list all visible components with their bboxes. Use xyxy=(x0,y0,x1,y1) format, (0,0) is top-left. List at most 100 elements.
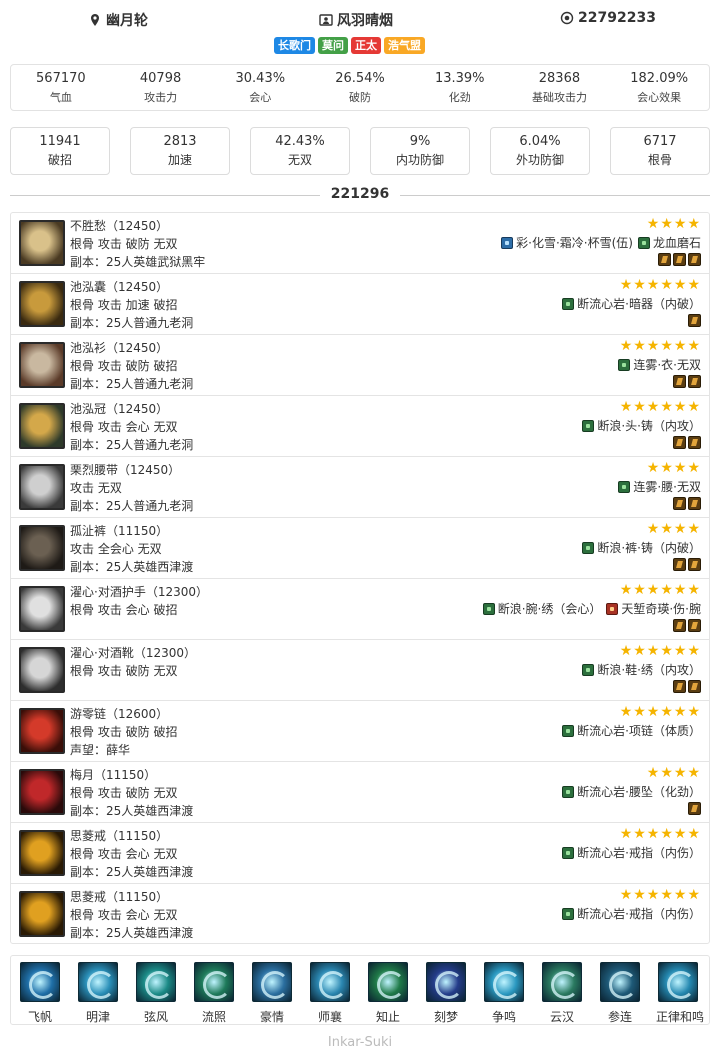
skill-slot[interactable]: 云汉 xyxy=(540,962,584,1025)
skill-slot[interactable]: 明津 xyxy=(76,962,120,1025)
enchant-list: 断流心岩·暗器（内破） xyxy=(562,295,701,312)
equipment-attributes: 根骨 攻击 会心 无双 xyxy=(70,908,178,922)
enchant-list: 彩·化雪·霜冷·杯雪(伍) 龙血磨石 xyxy=(501,234,701,251)
skill-slot[interactable]: 参连 xyxy=(598,962,642,1025)
enchant-item: 连雾·腰·无双 xyxy=(618,478,701,495)
enchant-green-icon xyxy=(618,480,631,493)
skill-slot[interactable]: 豪情 xyxy=(250,962,294,1025)
enchant-list: 断浪·裤·铸（内破） xyxy=(582,539,701,556)
equipment-row[interactable]: 池泓冠（12450） 根骨 攻击 会心 无双 副本：25人普通九老洞 ★★★★★★ 断浪… xyxy=(11,396,709,457)
equipment-name: 濯心·对酒靴（12300） xyxy=(70,646,196,660)
enchant-green-icon xyxy=(562,785,575,798)
equipment-row[interactable]: 栗烈腰带（12450） 攻击 无双 副本：25人普通九老洞 ★★★★ 连雾·腰·无双 xyxy=(11,457,709,518)
skill-icon xyxy=(78,962,118,1002)
skill-slot[interactable]: 飞帆 xyxy=(18,962,62,1025)
enchant-name: 断流心岩·项链（体质） xyxy=(577,724,701,738)
wuxing-stone-icon xyxy=(688,375,701,388)
equipment-name: 思菱戒（11150） xyxy=(70,829,169,843)
enchant-item: 天堑奇瑛·伤·腕 xyxy=(606,600,701,617)
equipment-name: 孤沚裤（11150） xyxy=(70,524,169,538)
enchant-list: 断流心岩·腰坠（化劲） xyxy=(562,783,701,800)
stat-box: 11941 破招 xyxy=(10,127,110,175)
skill-name: 师襄 xyxy=(317,1010,342,1024)
enchant-name: 断浪·鞋·绣（内攻） xyxy=(597,663,701,677)
enchant-item: 彩·化雪·霜冷·杯雪(伍) xyxy=(501,234,633,251)
wuxing-stone-icon xyxy=(688,497,701,510)
equipment-icon xyxy=(19,464,65,510)
skill-slot[interactable]: 刻梦 xyxy=(424,962,468,1025)
enchant-green-icon xyxy=(562,907,575,920)
enchant-green-icon xyxy=(482,602,495,615)
equipment-icon xyxy=(19,220,65,266)
skill-slot[interactable]: 流照 xyxy=(192,962,236,1025)
equipment-row[interactable]: 游零链（12600） 根骨 攻击 破防 破招 声望：薛华 ★★★★★★ 断流心岩·项链（… xyxy=(11,701,709,762)
enchant-name: 断流心岩·戒指（内伤） xyxy=(577,907,701,921)
skill-slot[interactable]: 争鸣 xyxy=(482,962,526,1025)
enchant-green-icon xyxy=(562,724,575,737)
refine-stars: ★★★★★★ xyxy=(619,582,701,598)
stat-box: 2813 加速 xyxy=(130,127,230,175)
embed-stones xyxy=(658,253,701,266)
equipment-name: 濯心·对酒护手（12300） xyxy=(70,585,208,599)
skill-icon xyxy=(426,962,466,1002)
skill-name: 飞帆 xyxy=(27,1010,52,1024)
skill-name: 参连 xyxy=(607,1010,632,1024)
skill-slot[interactable]: 正律和鸣 xyxy=(656,962,704,1025)
stat-cell: 567170 气血 xyxy=(11,65,111,110)
equipment-row[interactable]: 池泓囊（12450） 根骨 攻击 加速 破招 副本：25人普通九老洞 ★★★★★★ 断流… xyxy=(11,274,709,335)
refine-stars: ★★★★★★ xyxy=(619,277,701,293)
stat-label: 破招 xyxy=(47,153,72,167)
equipment-attributes: 攻击 无双 xyxy=(70,481,122,495)
equipment-attributes: 根骨 攻击 会心 无双 xyxy=(70,420,178,434)
refine-stars: ★★★★ xyxy=(646,460,701,476)
equipment-source: 副本：25人英雄武狱黑牢 xyxy=(70,255,206,269)
role-info: 风羽晴烟 xyxy=(319,10,393,30)
wuxing-stone-icon xyxy=(673,375,686,388)
skill-slot[interactable]: 弦风 xyxy=(134,962,178,1025)
stat-box: 42.43% 无双 xyxy=(250,127,350,175)
enchant-name: 连雾·衣·无双 xyxy=(633,358,701,372)
equipment-row[interactable]: 濯心·对酒护手（12300） 根骨 攻击 会心 破招 ★★★★★★ 断浪·腕·绣（会心… xyxy=(11,579,709,640)
server-name: 幽月轮 xyxy=(106,13,148,29)
refine-stars: ★★★★★★ xyxy=(619,338,701,354)
equipment-row[interactable]: 思菱戒（11150） 根骨 攻击 会心 无双 副本：25人英雄西津渡 ★★★★★★ 断流… xyxy=(11,823,709,884)
equipment-row[interactable]: 思菱戒（11150） 根骨 攻击 会心 无双 副本：25人英雄西津渡 ★★★★★★ 断流… xyxy=(11,884,709,945)
skill-name: 刻梦 xyxy=(433,1010,458,1024)
equipment-attributes: 根骨 攻击 会心 破招 xyxy=(70,603,178,617)
stat-label: 根骨 xyxy=(647,153,672,167)
equipment-attributes: 根骨 攻击 破防 破招 xyxy=(70,725,178,739)
equipment-name: 思菱戒（11150） xyxy=(70,890,169,904)
enchant-name: 连雾·腰·无双 xyxy=(633,480,701,494)
stat-label: 破防 xyxy=(349,91,372,104)
equipment-attributes: 根骨 攻击 破防 破招 xyxy=(70,359,178,373)
enchant-item: 断流心岩·戒指（内伤） xyxy=(562,844,701,861)
equipment-icon xyxy=(19,891,65,937)
location-pin-icon xyxy=(91,14,99,26)
equipment-row[interactable]: 梅月（11150） 根骨 攻击 破防 无双 副本：25人英雄西津渡 ★★★★ 断流心岩·… xyxy=(11,762,709,823)
enchant-list: 断流心岩·项链（体质） xyxy=(562,722,701,739)
embed-stones xyxy=(673,680,701,693)
stat-value: 30.43% xyxy=(235,71,286,86)
enchant-name: 断浪·腕·绣（会心） xyxy=(497,602,602,616)
equipment-row[interactable]: 池泓衫（12450） 根骨 攻击 破防 破招 副本：25人普通九老洞 ★★★★★★ 连雾… xyxy=(11,335,709,396)
tag-list: 长歌门 莫问 正太 浩气盟 xyxy=(274,37,425,54)
skill-icon xyxy=(600,962,640,1002)
enchant-green-icon xyxy=(637,236,650,249)
sub-stats-panel: 11941 破招 2813 加速 42.43% 无双 9% 内功防御 6.04% 外功防御 6717… xyxy=(10,127,710,175)
skill-slot[interactable]: 师襄 xyxy=(308,962,352,1025)
equipment-row[interactable]: 濯心·对酒靴（12300） 根骨 攻击 破防 无双 ★★★★★★ 断浪·鞋·绣（内攻） xyxy=(11,640,709,701)
refine-stars: ★★★★★★ xyxy=(619,643,701,659)
stat-box: 6.04% 外功防御 xyxy=(490,127,590,175)
stat-cell: 28368 基础攻击力 xyxy=(510,65,610,110)
skill-slot[interactable]: 知止 xyxy=(366,962,410,1025)
uid-value: 22792233 xyxy=(578,10,656,26)
equipment-source: 副本：25人英雄西津渡 xyxy=(70,560,194,574)
equipment-name: 池泓囊（12450） xyxy=(70,280,169,294)
equipment-row[interactable]: 孤沚裤（11150） 攻击 全会心 无双 副本：25人英雄西津渡 ★★★★ 断浪·裤·铸… xyxy=(11,518,709,579)
stat-value: 11941 xyxy=(39,134,81,149)
equipment-source: 声望：薛华 xyxy=(70,743,131,757)
equipment-row[interactable]: 不胜愁（12450） 根骨 攻击 破防 无双 副本：25人英雄武狱黑牢 ★★★★ 彩·化… xyxy=(11,213,709,274)
skill-icon xyxy=(136,962,176,1002)
stat-label: 加速 xyxy=(167,153,192,167)
equipment-icon xyxy=(19,830,65,876)
